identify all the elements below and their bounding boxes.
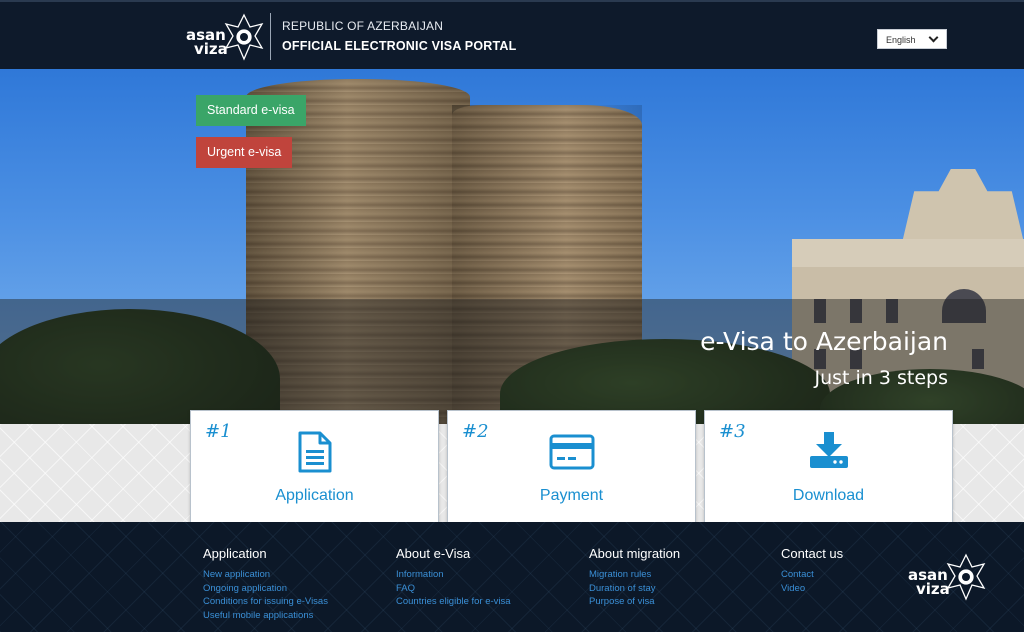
footer-link[interactable]: Duration of stay xyxy=(589,582,680,596)
header-title: OFFICIAL ELECTRONIC VISA PORTAL xyxy=(282,39,517,53)
document-icon xyxy=(298,431,331,473)
footer-column-application: Application New application Ongoing appl… xyxy=(203,546,328,622)
hero-caption-band xyxy=(0,299,1024,424)
footer-asan-viza-logo[interactable]: asan viza xyxy=(908,552,986,604)
language-select[interactable]: English xyxy=(877,29,947,49)
footer-link[interactable]: Information xyxy=(396,568,511,582)
site-footer: Application New application Ongoing appl… xyxy=(0,522,1024,632)
step-number: #3 xyxy=(719,421,746,442)
footer-link[interactable]: Migration rules xyxy=(589,568,680,582)
hero-title: e-Visa to Azerbaijan xyxy=(700,327,948,356)
footer-column-title: Contact us xyxy=(781,546,844,561)
urgent-evisa-button[interactable]: Urgent e-visa xyxy=(196,137,293,168)
hero-banner: e-Visa to Azerbaijan Just in 3 steps xyxy=(0,69,1024,424)
chevron-down-icon xyxy=(928,32,939,43)
footer-column-title: Application xyxy=(203,546,267,561)
footer-link[interactable]: Conditions for issuing e-Visas xyxy=(203,595,328,609)
download-icon xyxy=(809,432,848,468)
step-card-application[interactable]: #1 Application xyxy=(190,410,439,524)
footer-link[interactable]: Video xyxy=(781,582,843,596)
hero-subtitle: Just in 3 steps xyxy=(814,367,948,389)
footer-link[interactable]: Purpose of visa xyxy=(589,595,680,609)
footer-column-about-migration: About migration Migration rules Duration… xyxy=(589,546,680,609)
logo-line2: viza xyxy=(916,580,950,598)
step-label: Application xyxy=(275,487,354,504)
footer-column-contact: Contact us Contact Video xyxy=(781,546,843,595)
step-label: Payment xyxy=(539,487,604,504)
footer-link[interactable]: FAQ xyxy=(396,582,511,596)
footer-column-title: About e-Visa xyxy=(396,546,471,561)
language-value: English xyxy=(886,35,916,45)
flower-emblem-icon xyxy=(224,13,264,61)
footer-link[interactable]: Useful mobile applications xyxy=(203,609,328,623)
step-card-payment[interactable]: #2 Payment xyxy=(447,410,696,524)
standard-evisa-button[interactable]: Standard e-visa xyxy=(196,95,306,126)
step-card-download[interactable]: #3 Download xyxy=(704,410,953,524)
footer-link[interactable]: New application xyxy=(203,568,328,582)
step-number: #2 xyxy=(462,421,489,442)
footer-column-title: About migration xyxy=(589,546,681,561)
step-label: Download xyxy=(792,487,865,504)
site-header: asan viza REPUBLIC OF AZERBAIJAN OFFICIA… xyxy=(0,0,1024,69)
flower-emblem-icon xyxy=(946,553,986,601)
step-number: #1 xyxy=(205,421,232,442)
header-subtitle: REPUBLIC OF AZERBAIJAN xyxy=(282,19,444,33)
header-divider xyxy=(270,13,271,60)
credit-card-icon xyxy=(549,434,594,470)
palace-roof xyxy=(902,169,1024,243)
footer-link[interactable]: Countries eligible for e-visa xyxy=(396,595,511,609)
logo-line2: viza xyxy=(194,40,228,58)
footer-column-about-evisa: About e-Visa Information FAQ Countries e… xyxy=(396,546,511,609)
asan-viza-logo[interactable]: asan viza xyxy=(186,12,264,64)
footer-link[interactable]: Contact xyxy=(781,568,843,582)
footer-link[interactable]: Ongoing application xyxy=(203,582,328,596)
